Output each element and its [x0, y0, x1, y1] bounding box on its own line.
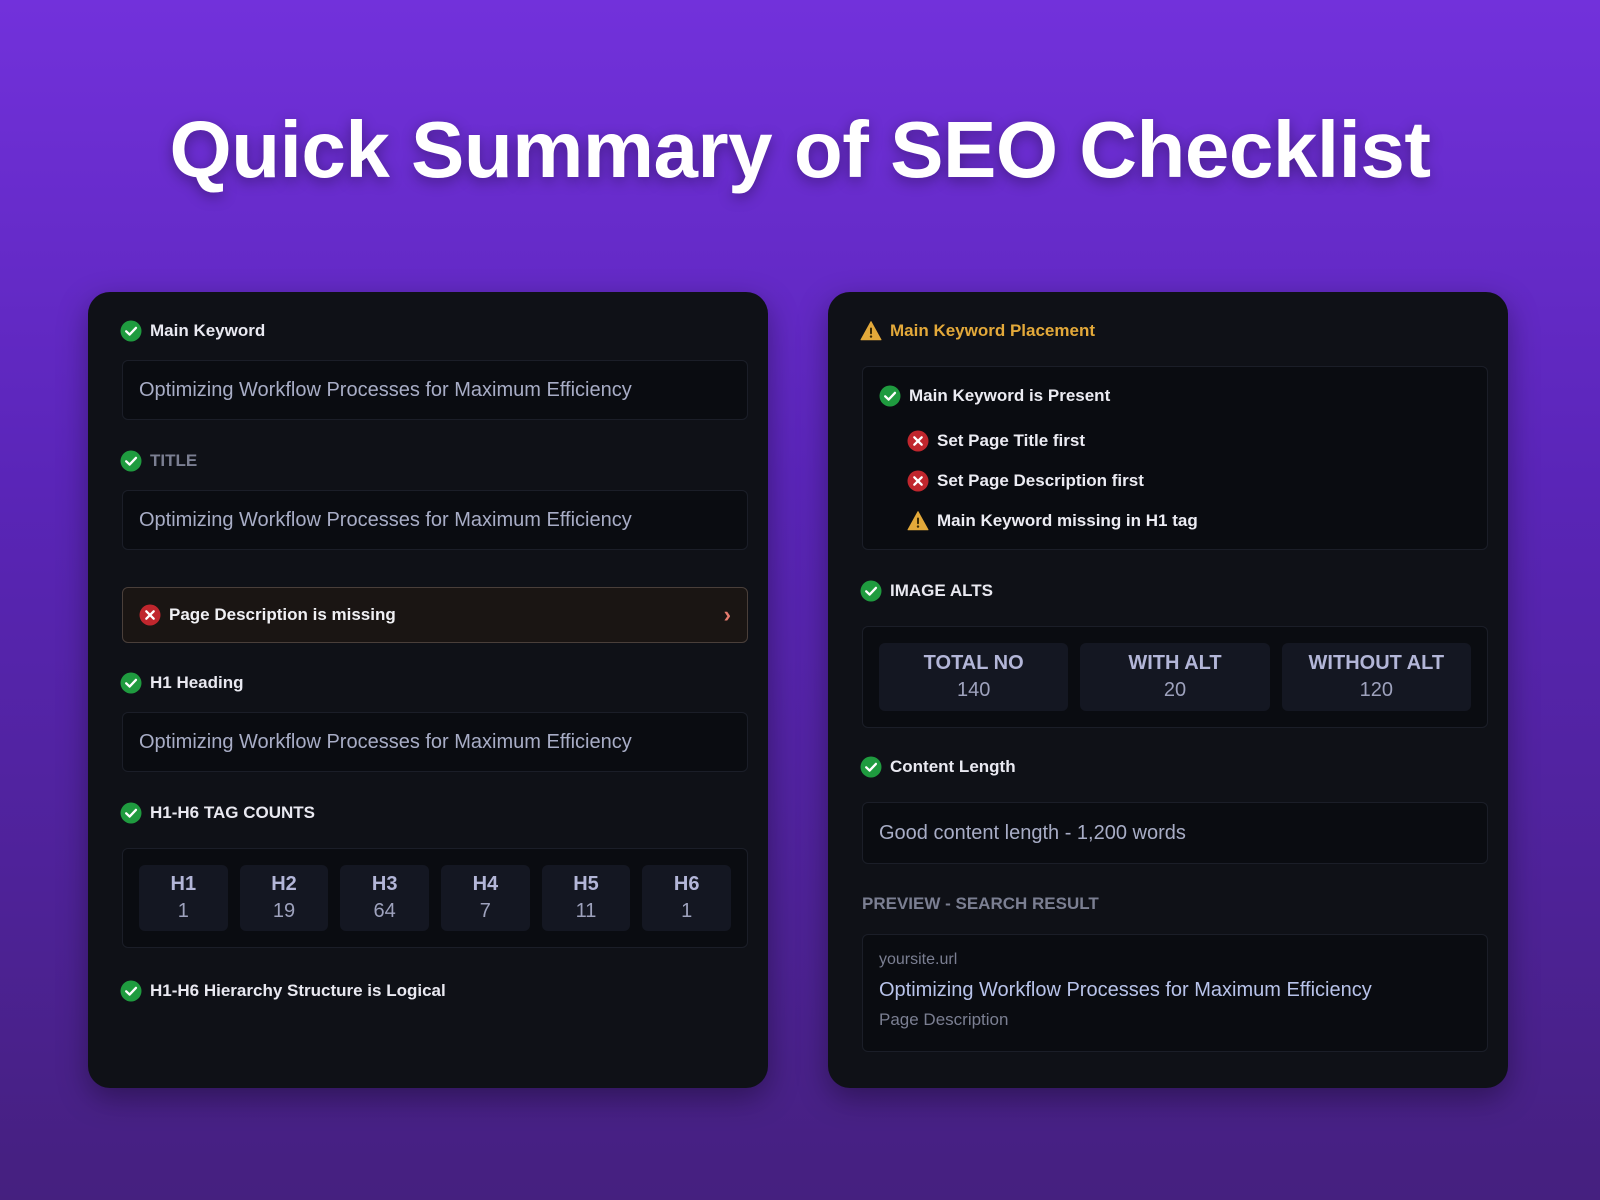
title-field[interactable]: Optimizing Workflow Processes for Maximu… [122, 490, 748, 550]
preview-url: yoursite.url [879, 951, 958, 968]
image-alt-key: TOTAL NO [923, 652, 1024, 674]
keyword-placement-label: Main Keyword Placement [890, 321, 1096, 340]
preview-description: Page Description [879, 1010, 1009, 1029]
image-alts-label: IMAGE ALTS [890, 581, 993, 600]
main-keyword-label-row: Main Keyword [120, 320, 265, 342]
check-circle-icon [879, 385, 901, 407]
placement-item-h1: Main Keyword missing in H1 tag [907, 510, 1198, 532]
x-circle-icon [907, 470, 929, 492]
tag-count-cell: H5 11 [541, 865, 631, 931]
main-keyword-label: Main Keyword [150, 321, 266, 340]
tag-name: H6 [673, 873, 700, 895]
main-keyword-field[interactable]: Optimizing Workflow Processes for Maximu… [122, 360, 748, 420]
page-description-alert-text: Page Description is missing [169, 605, 396, 624]
placement-item-title: Set Page Title first [907, 430, 1085, 452]
tag-name: H4 [472, 873, 499, 895]
h1-heading-label: H1 Heading [150, 673, 244, 692]
tag-count-cell: H1 1 [139, 865, 228, 931]
tag-name: H2 [271, 873, 297, 895]
image-alt-key: WITH ALT [1128, 652, 1222, 674]
tag-count-cell: H3 64 [340, 865, 430, 931]
tag-count-cell: H2 19 [239, 865, 329, 931]
tag-count: 1 [177, 900, 189, 922]
placement-item-label: Set Page Description first [937, 471, 1144, 490]
tag-counts-label: H1-H6 TAG COUNTS [150, 803, 315, 822]
tag-name: H1 [170, 873, 197, 895]
placement-item-description: Set Page Description first [907, 470, 1144, 492]
placement-item-label: Main Keyword missing in H1 tag [937, 511, 1198, 530]
image-alt-value: 140 [956, 679, 991, 701]
tag-name: H3 [371, 873, 398, 895]
check-circle-icon [120, 450, 142, 472]
tag-count: 19 [272, 900, 296, 922]
page-title: Quick Summary of SEO Checklist [169, 105, 1431, 194]
image-alt-cell: TOTAL NO 140 [879, 643, 1069, 711]
tag-count-cell: H4 7 [441, 865, 530, 931]
seo-checks-panel: Main Keyword Optimizing Workflow Process… [88, 292, 768, 1088]
keyword-placement-box: Main Keyword is Present Set Page Title f… [862, 366, 1488, 550]
tag-counts-grid: H1 1 H2 19 H3 64 H4 7 H5 11 H6 1 [122, 848, 748, 948]
image-alts-label-row: IMAGE ALTS [860, 580, 993, 602]
image-alt-cell: WITHOUT ALT 120 [1281, 643, 1471, 711]
check-circle-icon [120, 980, 142, 1002]
x-circle-icon [907, 430, 929, 452]
warning-triangle-icon [860, 320, 882, 342]
tag-count-cell: H6 1 [642, 865, 732, 931]
check-circle-icon [860, 580, 882, 602]
h1-heading-field[interactable]: Optimizing Workflow Processes for Maximu… [122, 712, 748, 772]
image-alt-value: 20 [1163, 679, 1187, 701]
tag-counts-label-row: H1-H6 TAG COUNTS [120, 802, 315, 824]
keyword-present-label: Main Keyword is Present [909, 386, 1111, 405]
tag-name: H5 [573, 873, 599, 895]
title-label-row: TITLE [120, 450, 197, 472]
check-circle-icon [860, 756, 882, 778]
warning-triangle-icon [907, 510, 929, 532]
page-description-alert[interactable]: Page Description is missing › [122, 587, 748, 643]
content-length-label-row: Content Length [860, 756, 1016, 778]
check-circle-icon [120, 802, 142, 824]
preview-label-row: PREVIEW - SEARCH RESULT [862, 894, 1099, 914]
image-alt-value: 120 [1359, 679, 1393, 701]
content-length-label: Content Length [890, 757, 1016, 776]
tag-count: 11 [575, 900, 597, 922]
image-alts-grid: TOTAL NO 140 WITH ALT 20 WITHOUT ALT 120 [862, 626, 1488, 728]
chevron-right-icon[interactable]: › [724, 602, 731, 628]
x-circle-icon [139, 604, 161, 626]
title-label: TITLE [150, 451, 198, 470]
keyword-placement-label-row: Main Keyword Placement [860, 320, 1095, 342]
tag-count: 7 [479, 900, 491, 922]
title-value: Optimizing Workflow Processes for Maximu… [139, 508, 632, 531]
content-length-value: Good content length - 1,200 words [879, 821, 1186, 844]
placement-item-label: Set Page Title first [937, 431, 1086, 450]
hierarchy-status-label: H1-H6 Hierarchy Structure is Logical [150, 981, 446, 1000]
seo-details-panel: Main Keyword Placement Main Keyword is P… [828, 292, 1508, 1088]
check-circle-icon [120, 672, 142, 694]
preview-title[interactable]: Optimizing Workflow Processes for Maximu… [879, 979, 1471, 1002]
main-keyword-value: Optimizing Workflow Processes for Maximu… [139, 378, 632, 401]
image-alt-cell: WITH ALT 20 [1080, 643, 1270, 711]
hierarchy-status-row: H1-H6 Hierarchy Structure is Logical [120, 980, 446, 1002]
keyword-present-item: Main Keyword is Present [879, 385, 1110, 407]
image-alt-key: WITHOUT ALT [1308, 652, 1445, 674]
h1-heading-label-row: H1 Heading [120, 672, 244, 694]
tag-count: 64 [373, 900, 396, 922]
tag-count: 1 [681, 900, 693, 922]
check-circle-icon [120, 320, 142, 342]
h1-heading-value: Optimizing Workflow Processes for Maximu… [139, 730, 632, 753]
preview-label: PREVIEW - SEARCH RESULT [862, 894, 1099, 913]
search-result-preview: yoursite.url Optimizing Workflow Process… [862, 934, 1488, 1052]
content-length-field: Good content length - 1,200 words [862, 802, 1488, 864]
